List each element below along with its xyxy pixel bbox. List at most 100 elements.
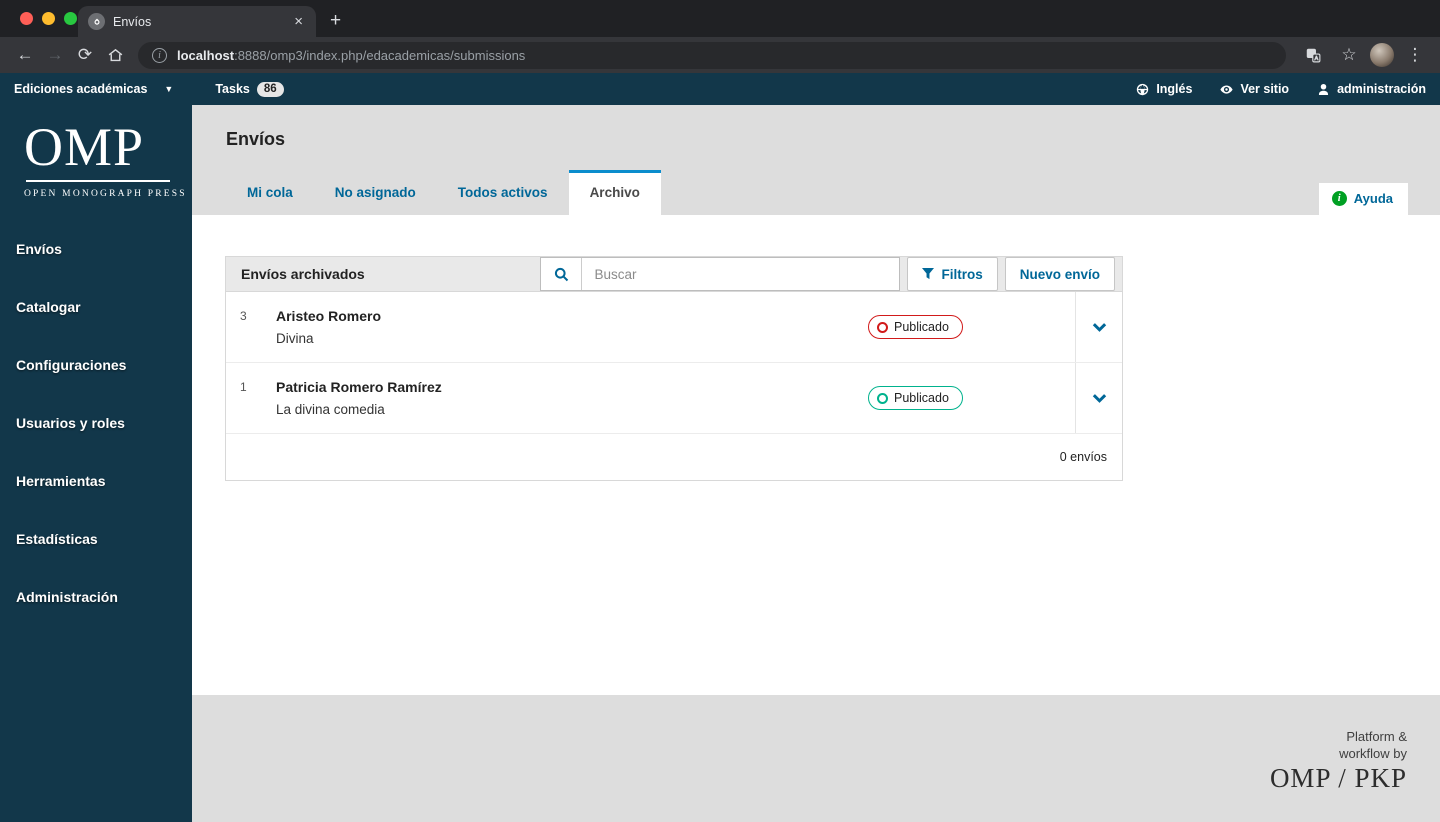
submission-title: Divina: [276, 331, 314, 346]
tasks-button[interactable]: Tasks 86: [201, 73, 297, 105]
status-badge: Publicado: [868, 315, 963, 339]
search-icon[interactable]: [541, 258, 583, 290]
new-tab-button[interactable]: +: [330, 10, 341, 32]
sidebar-menu: Envíos Catalogar Configuraciones Usuario…: [0, 227, 192, 633]
submission-author: Aristeo Romero: [276, 308, 382, 324]
status-badge: Publicado: [868, 386, 963, 410]
profile-avatar[interactable]: [1370, 43, 1394, 67]
footer-tagline-line2: workflow by: [1339, 746, 1407, 761]
chevron-down-icon: ▼: [164, 84, 174, 94]
url-host: localhost: [177, 47, 235, 63]
user-label: administración: [1337, 82, 1426, 96]
filter-icon: [922, 268, 935, 280]
expand-row-button[interactable]: [1075, 292, 1122, 362]
omp-logo-rule: [26, 180, 170, 182]
status-label: Publicado: [894, 391, 949, 405]
browser-tab[interactable]: Envíos ×: [78, 6, 316, 37]
submission-id: 3: [240, 309, 247, 323]
new-submission-label: Nuevo envío: [1019, 266, 1100, 282]
context-name: Ediciones académicas: [14, 82, 148, 96]
home-icon[interactable]: [100, 40, 130, 70]
site-info-icon[interactable]: i: [152, 47, 167, 63]
tab-close-icon[interactable]: ×: [291, 13, 306, 30]
eye-icon: [1220, 84, 1234, 94]
new-submission-button[interactable]: Nuevo envío: [1004, 257, 1115, 291]
sidebar-item-administracion[interactable]: Administración: [0, 575, 192, 619]
submission-info[interactable]: Patricia Romero Ramírez La divina comedi…: [276, 366, 868, 430]
submissions-tabbar: Mi cola No asignado Todos activos Archiv…: [226, 170, 1440, 215]
window-controls[interactable]: [20, 12, 77, 25]
submission-id: 1: [240, 380, 247, 394]
tasks-count-badge: 86: [256, 81, 284, 97]
browser-tabstrip: Envíos × +: [0, 0, 1440, 37]
page-title: Envíos: [226, 129, 286, 149]
pkp-favicon-icon: [88, 13, 105, 30]
search-input[interactable]: [582, 258, 900, 290]
admin-topbar: Ediciones académicas ▼ Tasks 86 Inglés V…: [0, 73, 1440, 105]
window-minimize-button[interactable]: [42, 12, 55, 25]
submissions-count: 0 envíos: [1059, 450, 1107, 464]
submission-author: Patricia Romero Ramírez: [276, 379, 442, 395]
search-box: [540, 257, 901, 291]
globe-icon: [1137, 83, 1149, 95]
omp-logo[interactable]: OMP OPEN MONOGRAPH PRESS: [0, 105, 192, 205]
status-label: Publicado: [894, 320, 949, 334]
submission-row: 1 Patricia Romero Ramírez La divina come…: [226, 363, 1122, 434]
sidebar-item-estadisticas[interactable]: Estadísticas: [0, 517, 192, 561]
tasks-label: Tasks: [215, 82, 250, 96]
window-close-button[interactable]: [20, 12, 33, 25]
sidebar-item-configuraciones[interactable]: Configuraciones: [0, 343, 192, 387]
archived-submissions-panel: Envíos archivados Filtros Nuevo envío: [225, 256, 1123, 481]
view-site-label: Ver sitio: [1240, 82, 1290, 96]
url-path: :8888/omp3/index.php/edacademicas/submis…: [234, 47, 526, 63]
browser-menu-icon[interactable]: ⋮: [1400, 40, 1430, 70]
footer-tagline-line1: Platform &: [1346, 729, 1407, 744]
help-label: Ayuda: [1353, 191, 1393, 206]
panel-footer: 0 envíos: [226, 434, 1122, 480]
user-icon: [1319, 83, 1329, 95]
filters-label: Filtros: [941, 266, 983, 282]
view-site-button[interactable]: Ver sitio: [1206, 82, 1303, 96]
forward-icon[interactable]: →: [40, 40, 70, 70]
status-dot-icon: [877, 392, 888, 404]
bookmark-star-icon[interactable]: ☆: [1334, 40, 1364, 70]
back-icon[interactable]: ←: [10, 40, 40, 70]
expand-row-button[interactable]: [1075, 363, 1122, 433]
help-button[interactable]: i Ayuda: [1318, 183, 1408, 215]
sidebar-item-herramientas[interactable]: Herramientas: [0, 459, 192, 503]
tab-mi-cola[interactable]: Mi cola: [226, 170, 314, 215]
tab-todos-activos[interactable]: Todos activos: [437, 170, 569, 215]
omp-logo-subtitle: OPEN MONOGRAPH PRESS: [24, 189, 187, 199]
page-header: Envíos Mi cola No asignado Todos activos…: [192, 105, 1440, 215]
status-dot-icon: [877, 321, 888, 333]
omp-logo-text: OMP: [24, 117, 145, 177]
user-menu-button[interactable]: administración: [1303, 82, 1440, 96]
tab-content: Envíos archivados Filtros Nuevo envío: [192, 215, 1440, 695]
tab-archivo[interactable]: Archivo: [568, 170, 661, 215]
reload-icon[interactable]: ⟳: [70, 40, 100, 70]
tab-no-asignado[interactable]: No asignado: [314, 170, 437, 215]
svg-text:A: A: [1314, 56, 1318, 62]
browser-toolbar: ← → ⟳ i localhost:8888/omp3/index.php/ed…: [0, 37, 1440, 73]
context-switcher[interactable]: Ediciones académicas ▼: [0, 73, 187, 105]
submission-row: 3 Aristeo Romero Divina Publicado: [226, 292, 1122, 363]
footer-brand-logo: OMP / PKP: [1269, 763, 1407, 793]
tab-title: Envíos: [113, 14, 152, 29]
sidebar: OMP OPEN MONOGRAPH PRESS Envíos Cataloga…: [0, 105, 192, 822]
sidebar-item-envios[interactable]: Envíos: [0, 227, 192, 271]
sidebar-item-catalogar[interactable]: Catalogar: [0, 285, 192, 329]
sidebar-item-usuarios[interactable]: Usuarios y roles: [0, 401, 192, 445]
translate-icon[interactable]: あA: [1298, 40, 1328, 70]
window-zoom-button[interactable]: [64, 12, 77, 25]
language-label: Inglés: [1156, 82, 1193, 96]
chevron-down-icon: [1092, 323, 1106, 332]
submission-title: La divina comedia: [276, 402, 385, 417]
chevron-down-icon: [1092, 394, 1106, 403]
submission-info[interactable]: Aristeo Romero Divina: [276, 295, 868, 359]
site-footer: Platform & workflow by OMP / PKP: [192, 695, 1440, 822]
panel-title: Envíos archivados: [241, 266, 365, 282]
filters-button[interactable]: Filtros: [907, 257, 998, 291]
language-button[interactable]: Inglés: [1122, 82, 1206, 96]
info-icon: i: [1331, 191, 1347, 206]
url-bar[interactable]: i localhost:8888/omp3/index.php/edacadem…: [138, 41, 1286, 69]
